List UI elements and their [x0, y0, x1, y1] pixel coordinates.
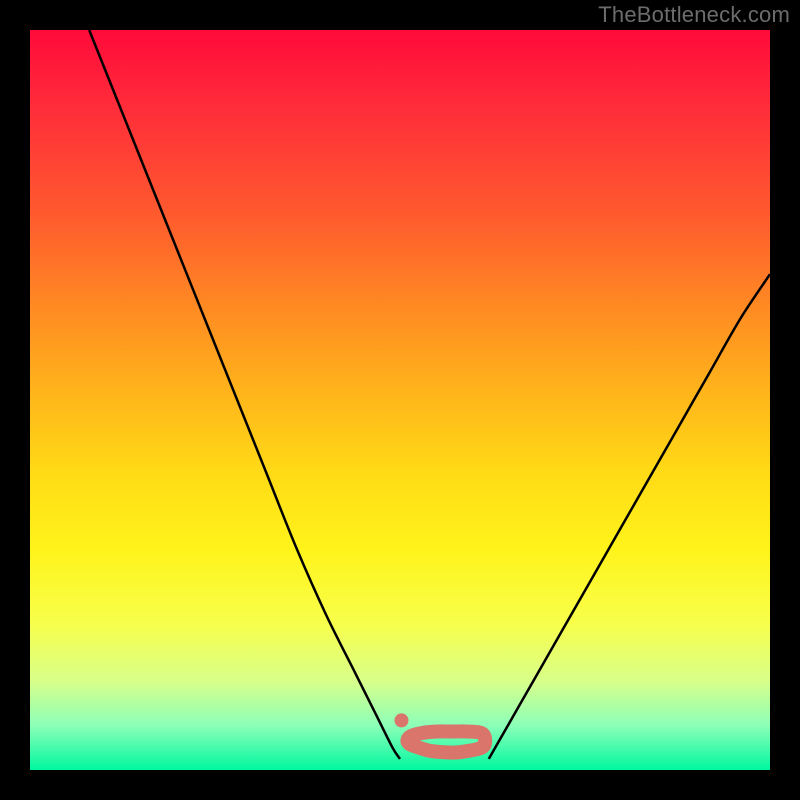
watermark-text: TheBottleneck.com: [598, 2, 790, 28]
plateau-path: [407, 731, 485, 752]
plot-area: [30, 30, 770, 770]
right-curve-path: [489, 274, 770, 759]
plateau-dot-marker: [394, 713, 408, 727]
chart-frame: TheBottleneck.com: [0, 0, 800, 800]
chart-svg: [30, 30, 770, 770]
left-curve-path: [89, 30, 400, 759]
